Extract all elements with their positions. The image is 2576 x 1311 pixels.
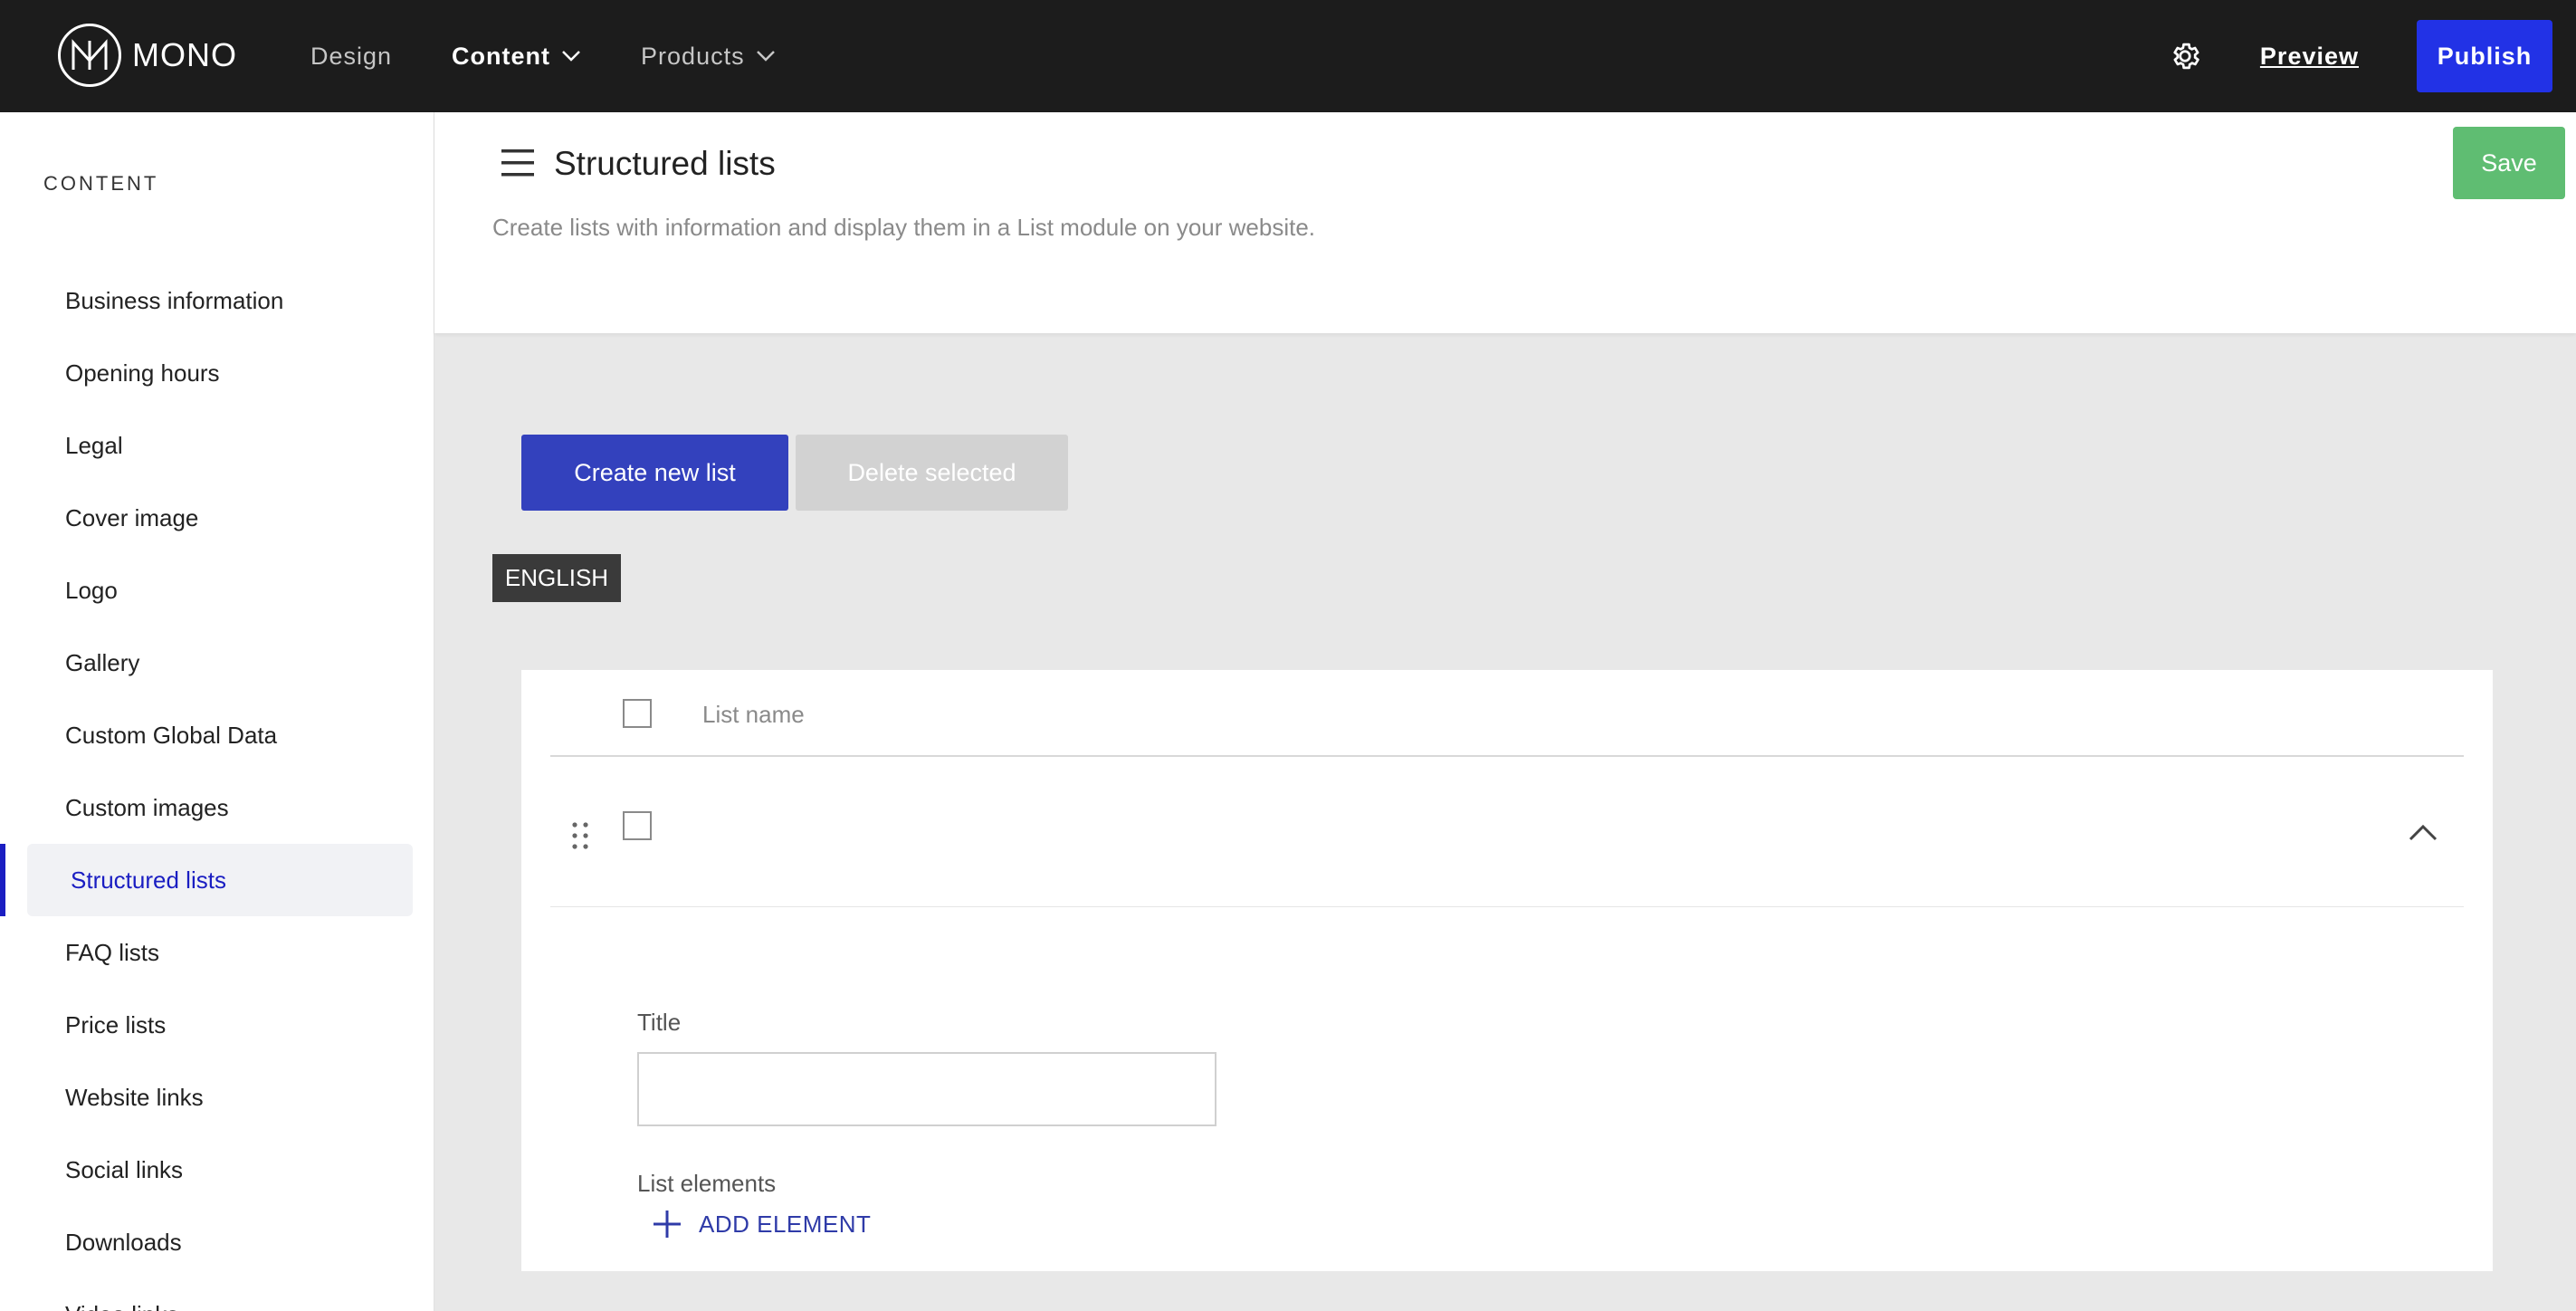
sidebar-item-custom-global-data[interactable]: Custom Global Data [0,699,434,771]
sidebar-item-label: Structured lists [71,866,226,894]
sidebar-item-business-information[interactable]: Business information [0,264,434,337]
select-all-checkbox[interactable] [623,699,652,728]
language-tab-english[interactable]: ENGLISH [492,554,621,602]
sidebar-item-faq-lists[interactable]: FAQ lists [0,916,434,989]
sidebar-item-structured-lists[interactable]: Structured lists [0,844,434,916]
table-header-row: List name [550,670,2464,757]
nav-content-label: Content [452,42,551,70]
brand-logo[interactable]: MONO [58,24,237,87]
preview-link[interactable]: Preview [2260,43,2359,71]
sidebar-item-label: Business information [65,286,284,314]
table-row[interactable] [550,757,2464,907]
sidebar-item-label: Gallery [65,648,140,676]
page-description: Create lists with information and displa… [492,214,1315,241]
row-select-checkbox[interactable] [623,811,652,840]
sidebar-item-logo[interactable]: Logo [0,554,434,627]
list-elements-label: List elements [637,1170,777,1197]
sidebar-item-label: Legal [65,431,123,459]
drag-handle-icon[interactable] [570,820,590,851]
sidebar-item-label: Website links [65,1083,204,1111]
logo-mark-icon [58,24,121,87]
column-header-list-name: List name [702,701,805,728]
title-input[interactable] [637,1052,1216,1126]
chevron-up-icon[interactable] [2406,817,2440,847]
sidebar-item-label: Custom images [65,793,229,821]
plus-icon [654,1211,681,1238]
sidebar-item-label: Downloads [65,1228,182,1256]
sidebar-item-video-links[interactable]: Video links [0,1278,434,1311]
page-title: Structured lists [554,145,776,182]
sidebar-item-opening-hours[interactable]: Opening hours [0,337,434,409]
top-actions: Preview Publish [2164,0,2576,112]
chevron-down-icon [562,51,580,62]
publish-button[interactable]: Publish [2417,20,2552,92]
nav-products-label: Products [641,42,745,70]
create-new-list-button[interactable]: Create new list [521,435,788,511]
add-element-button[interactable]: ADD ELEMENT [652,1206,871,1242]
top-bar: MONO Design Content Products Preview Pub… [0,0,2576,112]
sidebar: CONTENT Business information Opening hou… [0,112,434,1311]
brand-name: MONO [132,36,237,73]
nav-design[interactable]: Design [310,43,392,71]
sidebar-item-website-links[interactable]: Website links [0,1061,434,1134]
sidebar-item-label: Opening hours [65,359,220,387]
lists-table: List name Title List elements ADD ELEMEN… [521,670,2493,1271]
main-nav: Design Content Products [310,0,835,112]
add-element-label: ADD ELEMENT [699,1210,872,1238]
sidebar-item-legal[interactable]: Legal [0,409,434,482]
nav-content[interactable]: Content [452,43,581,71]
delete-selected-button[interactable]: Delete selected [796,435,1068,511]
sidebar-heading: CONTENT [43,172,159,195]
sidebar-item-label: Video links [65,1301,178,1311]
page-header: Structured lists Create lists with infor… [434,112,2576,333]
save-button[interactable]: Save [2453,127,2565,199]
nav-products[interactable]: Products [641,43,776,71]
settings-gear-icon[interactable] [2164,35,2206,77]
sidebar-item-label: FAQ lists [65,938,160,966]
sidebar-item-label: Price lists [65,1010,167,1038]
sidebar-item-custom-images[interactable]: Custom images [0,771,434,844]
menu-hamburger-icon[interactable] [500,147,536,179]
sidebar-item-label: Social links [65,1155,184,1183]
title-field-label: Title [637,1009,682,1036]
nav-design-label: Design [310,42,393,70]
sidebar-item-downloads[interactable]: Downloads [0,1206,434,1278]
sidebar-list: Business information Opening hours Legal… [0,264,434,1311]
sidebar-item-price-lists[interactable]: Price lists [0,989,434,1061]
sidebar-item-gallery[interactable]: Gallery [0,627,434,699]
sidebar-item-label: Custom Global Data [65,721,278,749]
chevron-down-icon [756,51,775,62]
sidebar-item-label: Cover image [65,503,199,531]
sidebar-item-cover-image[interactable]: Cover image [0,482,434,554]
sidebar-item-social-links[interactable]: Social links [0,1134,434,1206]
sidebar-item-label: Logo [65,576,118,604]
